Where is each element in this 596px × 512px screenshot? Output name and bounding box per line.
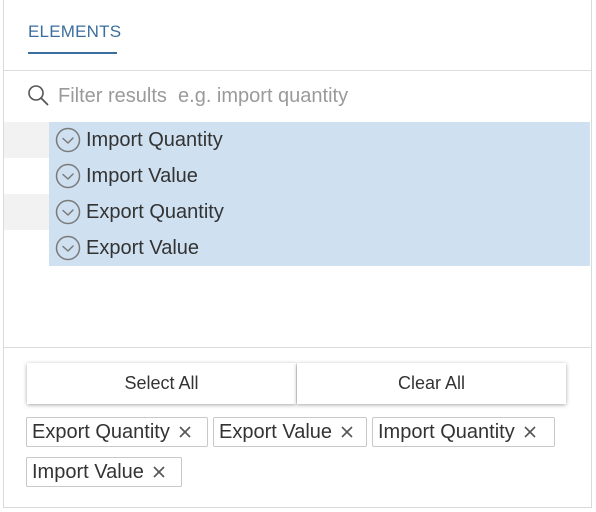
element-list: Import Quantity Import Value Export Quan… — [4, 122, 591, 266]
list-item-selected[interactable]: Export Value — [49, 230, 590, 266]
list-item[interactable]: Export Quantity — [4, 194, 591, 230]
list-item-label: Import Value — [86, 164, 198, 187]
check-circle-icon[interactable] — [55, 127, 81, 153]
check-circle-icon[interactable] — [55, 235, 81, 261]
close-icon[interactable] — [178, 425, 192, 439]
select-all-button[interactable]: Select All — [27, 363, 296, 404]
clear-all-button[interactable]: Clear All — [297, 363, 566, 404]
row-stripe — [4, 230, 49, 266]
tab-elements[interactable]: ELEMENTS — [28, 22, 121, 42]
row-stripe — [4, 194, 49, 230]
list-item-selected[interactable]: Import Quantity — [49, 122, 590, 158]
tab-active-indicator — [28, 52, 117, 54]
list-item-label: Export Quantity — [86, 200, 224, 223]
chip: Export Quantity — [26, 417, 208, 447]
list-item-label: Import Quantity — [86, 128, 223, 151]
check-circle-icon[interactable] — [55, 199, 81, 225]
check-circle-icon[interactable] — [55, 163, 81, 189]
search-icon — [28, 85, 49, 106]
close-icon[interactable] — [523, 425, 537, 439]
list-item[interactable]: Import Value — [4, 158, 591, 194]
close-icon[interactable] — [340, 425, 354, 439]
search-bar — [4, 71, 591, 121]
chip: Export Value — [213, 417, 367, 447]
row-stripe — [4, 158, 49, 194]
chip: Import Quantity — [372, 417, 555, 447]
list-item-selected[interactable]: Export Quantity — [49, 194, 590, 230]
list-item[interactable]: Export Value — [4, 230, 591, 266]
list-item-selected[interactable]: Import Value — [49, 158, 590, 194]
chip-label: Export Quantity — [32, 420, 170, 443]
close-icon[interactable] — [152, 465, 166, 479]
row-stripe — [4, 122, 49, 158]
filter-input[interactable] — [58, 82, 498, 110]
list-item[interactable]: Import Quantity — [4, 122, 591, 158]
chip: Import Value — [26, 457, 182, 487]
chip-label: Export Value — [219, 420, 333, 443]
divider — [4, 347, 591, 348]
elements-panel: ELEMENTS Import Quantity — [3, 0, 592, 508]
list-item-label: Export Value — [86, 236, 200, 259]
chip-label: Import Quantity — [378, 420, 515, 443]
chip-label: Import Value — [32, 460, 144, 483]
